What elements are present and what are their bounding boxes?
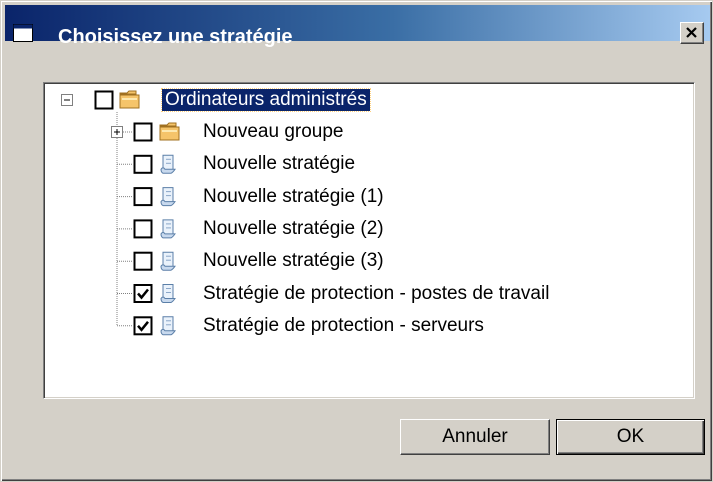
tree-node-label[interactable]: Nouveau groupe (203, 121, 344, 143)
tree-node-label[interactable]: Stratégie de protection - serveurs (203, 315, 484, 337)
close-icon (686, 27, 697, 38)
close-button[interactable] (680, 22, 704, 44)
tree-node-label[interactable]: Nouvelle stratégie (3) (203, 250, 384, 272)
tree-node-label[interactable]: Stratégie de protection - postes de trav… (203, 283, 549, 305)
tree-node-label[interactable]: Nouvelle stratégie (2) (203, 218, 384, 240)
tree-node-label[interactable]: Nouvelle stratégie (1) (203, 186, 384, 208)
tree-node-label[interactable]: Nouvelle stratégie (203, 153, 355, 175)
ok-button[interactable]: OK (556, 419, 705, 455)
window-title: Choisissez une stratégie (58, 26, 293, 48)
app-window-icon (13, 24, 33, 42)
tree-root-label[interactable]: Ordinateurs administrés (161, 88, 371, 112)
policy-tree-panel[interactable] (43, 82, 695, 399)
cancel-button[interactable]: Annuler (400, 419, 550, 455)
